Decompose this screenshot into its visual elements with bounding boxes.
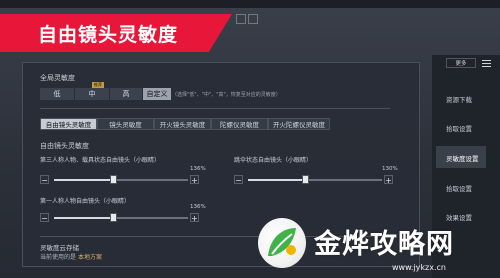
preset-note: （选择"低"、"中"、"高"，恢复至对应的灵敏度） [172,92,281,98]
local-plan-link[interactable]: 本地方案 [78,254,102,261]
slider-label: 第一人称人物自由镜头（小眼睛） [40,198,131,205]
slider-value: 130% [382,166,398,172]
window-button-icon[interactable] [248,14,258,24]
cloud-storage-status: 当前使用的是 本地方案 [40,252,102,261]
preset-low-button[interactable]: 低 [40,88,74,100]
slider-label: 跳伞状态自由镜头（小眼睛） [234,157,313,164]
preset-high-button[interactable]: 高 [110,88,142,100]
slider-fill [248,179,304,181]
window-button-icon[interactable] [236,14,246,24]
tab-camera[interactable]: 镜头灵敏度 [97,118,154,130]
slider-handle[interactable] [302,175,309,184]
slider-fill [54,179,112,181]
watermark-url: www.jykzx.cn [392,263,446,272]
increase-button[interactable]: + [384,175,393,185]
slider-fill [54,217,112,219]
sidebar-item-pickup[interactable]: 拾取设置 [446,123,472,133]
watermark-logo-icon [258,218,306,268]
tab-fire-camera[interactable]: 开火镜头灵敏度 [154,118,211,130]
tab-fire-gyroscope[interactable]: 开火陀螺仪灵敏度 [268,118,330,130]
tab-free-look[interactable]: 自由镜头灵敏度 [40,118,97,130]
preset-medium-button[interactable]: 中 [75,88,109,100]
sidebar-top-button[interactable]: 更多 [446,58,476,68]
cloud-status-prefix: 当前使用的是 [40,254,77,261]
decrease-button[interactable]: − [40,175,49,185]
top-strip [0,0,500,8]
slider-value: 136% [190,204,206,210]
free-look-section-label: 自由镜头灵敏度 [40,142,89,150]
sidebar-item-resource-download[interactable]: 资源下载 [446,94,472,104]
menu-icon[interactable] [482,58,491,67]
slider-label: 第三人称人物、载具状态自由镜头（小眼睛） [40,157,161,164]
increase-button[interactable]: + [190,175,199,185]
tab-gyroscope[interactable]: 陀螺仪灵敏度 [211,118,268,130]
slider-handle[interactable] [110,175,117,184]
sidebar-item-sensitivity[interactable]: 灵敏度设置 [446,153,479,163]
global-sensitivity-label: 全局灵敏度 [40,74,75,82]
slider-value: 136% [190,166,206,172]
increase-button[interactable]: + [190,213,199,223]
decrease-button[interactable]: − [40,213,49,223]
preset-custom-button[interactable]: 自定义 [143,88,171,100]
page-title: 自由镜头灵敏度 [38,24,179,46]
decrease-button[interactable]: − [234,175,243,185]
sidebar-item-effects[interactable]: 效果设置 [446,212,472,222]
divider [40,108,390,109]
recommended-badge: 推荐 [92,82,104,88]
sidebar-item-pickup-2[interactable]: 拾取设置 [446,183,472,193]
watermark-text: 金烨攻略网 [314,229,454,260]
slider-handle[interactable] [110,213,117,222]
cloud-storage-title: 灵敏度云存储 [40,244,79,252]
